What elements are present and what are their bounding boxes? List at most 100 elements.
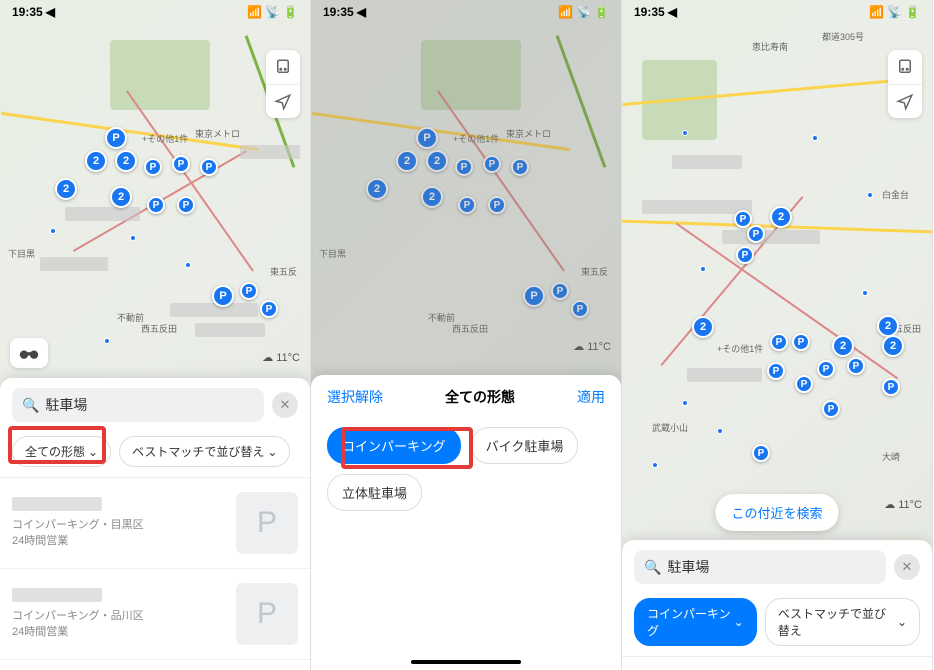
type-options: コインパーキング バイク駐車場 立体駐車場: [311, 419, 621, 527]
map-pin[interactable]: P: [200, 158, 218, 176]
map-label: 武蔵小山: [652, 421, 688, 434]
home-indicator[interactable]: [411, 660, 521, 664]
filter-coin-parking[interactable]: コインパーキング⌄: [634, 598, 757, 646]
status-bar: 19:35◀ 📶📡🔋: [0, 0, 310, 24]
binoculars-button[interactable]: [10, 338, 48, 368]
map-pin-cluster[interactable]: 2: [692, 316, 714, 338]
status-bar: 19:35◀ 📶📡🔋: [311, 0, 621, 24]
battery-icon: 🔋: [594, 5, 609, 19]
status-bar: 19:35◀ 📶📡🔋: [622, 0, 932, 24]
result-sub: 24時間営業: [12, 624, 226, 641]
results-sheet[interactable]: 🔍 駐車場 ✕ 全ての形態⌄ ベストマッチで並び替え⌄ コインパーキング・目黒区…: [0, 378, 310, 670]
map-pin[interactable]: P: [747, 225, 765, 243]
map-pin: P: [511, 158, 529, 176]
location-icon: ◀: [668, 5, 677, 19]
parking-thumb-icon: P: [236, 583, 298, 645]
result-sub: コインパーキング・目黒区: [12, 517, 226, 534]
search-input[interactable]: 🔍 駐車場: [634, 550, 886, 584]
map-pin[interactable]: P: [734, 210, 752, 228]
search-input[interactable]: 🔍 駐車場: [12, 388, 264, 422]
map-pin: P: [483, 155, 501, 173]
map-pin[interactable]: P: [767, 362, 785, 380]
map-pin: P: [488, 196, 506, 214]
transit-icon[interactable]: [266, 50, 300, 84]
chevron-down-icon: ⌄: [897, 615, 907, 629]
filter-modal[interactable]: 選択解除 全ての形態 適用 コインパーキング バイク駐車場 立体駐車場: [311, 375, 621, 670]
map-label: 西五反田: [452, 322, 488, 335]
cloud-icon: ☁: [262, 351, 273, 364]
map-pin-cluster[interactable]: 2: [877, 315, 899, 337]
result-item[interactable]: コインパーキング・目黒区 24時間営業 P: [0, 478, 310, 569]
clear-button[interactable]: ✕: [272, 392, 298, 418]
map-pin[interactable]: P: [822, 400, 840, 418]
type-chip-bike-parking[interactable]: バイク駐車場: [471, 427, 579, 464]
map-label: 下目黒: [8, 247, 35, 260]
map-pin-cluster[interactable]: 2: [110, 186, 132, 208]
signal-icon: 📶: [869, 5, 884, 19]
filter-sort[interactable]: ベストマッチで並び替え⌄: [119, 436, 290, 467]
map-pin-cluster: 2: [366, 178, 388, 200]
map-pin-cluster[interactable]: 2: [55, 178, 77, 200]
battery-icon: 🔋: [283, 5, 298, 19]
transit-icon[interactable]: [888, 50, 922, 84]
map-pin[interactable]: P: [144, 158, 162, 176]
temperature-badge: ☁11°C: [262, 351, 300, 364]
map-pin[interactable]: P: [795, 375, 813, 393]
cloud-icon: ☁: [884, 498, 895, 511]
map-pin: P: [458, 196, 476, 214]
map-controls: [266, 50, 300, 118]
result-item[interactable]: コインパーキング・品川区 24時間営業 P: [0, 569, 310, 660]
temperature-badge: ☁11°C: [884, 498, 922, 511]
search-here-button[interactable]: この付近を検索: [715, 494, 838, 531]
chevron-down-icon: ⌄: [734, 615, 744, 629]
map-pin[interactable]: P: [240, 282, 258, 300]
wifi-icon: 📡: [265, 5, 280, 19]
map-pin[interactable]: P: [770, 333, 788, 351]
map-pin-cluster[interactable]: 2: [882, 335, 904, 357]
parking-thumb-icon: P: [236, 492, 298, 554]
map-pin[interactable]: P: [177, 196, 195, 214]
map-pin[interactable]: P: [105, 127, 127, 149]
map-pin[interactable]: P: [260, 300, 278, 318]
map-pin[interactable]: P: [212, 285, 234, 307]
map-pin[interactable]: P: [882, 378, 900, 396]
location-icon: ◀: [46, 5, 55, 19]
map-pin[interactable]: P: [817, 360, 835, 378]
map-pin[interactable]: P: [752, 444, 770, 462]
location-icon: ◀: [357, 5, 366, 19]
map-pin-cluster[interactable]: 2: [770, 206, 792, 228]
status-time: 19:35: [323, 5, 354, 19]
clear-button[interactable]: ✕: [894, 554, 920, 580]
screen-1: +その他1件 東京メトロ 下目黒 東五反 不動前 西五反田 P 2 2 P P …: [0, 0, 311, 670]
locate-icon[interactable]: [888, 84, 922, 118]
map-label: 東五反: [581, 265, 608, 278]
map-pin[interactable]: P: [792, 333, 810, 351]
map-label: 大崎: [882, 450, 900, 463]
map-pin[interactable]: P: [172, 155, 190, 173]
wifi-icon: 📡: [887, 5, 902, 19]
filter-row: 全ての形態⌄ ベストマッチで並び替え⌄: [0, 432, 310, 478]
map-pin: P: [416, 127, 438, 149]
map-label: +その他1件: [142, 132, 188, 145]
deselect-button[interactable]: 選択解除: [327, 387, 383, 407]
map-pin[interactable]: P: [147, 196, 165, 214]
map-label: 都道305号: [822, 30, 864, 43]
map-pin-cluster[interactable]: 2: [115, 150, 137, 172]
filter-sort[interactable]: ベストマッチで並び替え⌄: [765, 598, 920, 646]
map-controls: [888, 50, 922, 118]
modal-title: 全ての形態: [445, 387, 515, 407]
map-pin[interactable]: P: [847, 357, 865, 375]
map-pin[interactable]: P: [736, 246, 754, 264]
apply-button[interactable]: 適用: [577, 387, 605, 407]
map-pin-cluster[interactable]: 2: [832, 335, 854, 357]
map-pin: P: [523, 285, 545, 307]
results-sheet[interactable]: 🔍 駐車場 ✕ コインパーキング⌄ ベストマッチで並び替え⌄: [622, 540, 932, 670]
filter-all-types[interactable]: 全ての形態⌄: [12, 436, 111, 467]
locate-icon[interactable]: [266, 84, 300, 118]
map-pin-cluster[interactable]: 2: [85, 150, 107, 172]
type-chip-coin-parking[interactable]: コインパーキング: [327, 427, 461, 464]
map-pin-cluster: 2: [426, 150, 448, 172]
chevron-down-icon: ⌄: [88, 445, 98, 459]
filter-row: コインパーキング⌄ ベストマッチで並び替え⌄: [622, 594, 932, 657]
type-chip-multistory[interactable]: 立体駐車場: [327, 474, 422, 511]
